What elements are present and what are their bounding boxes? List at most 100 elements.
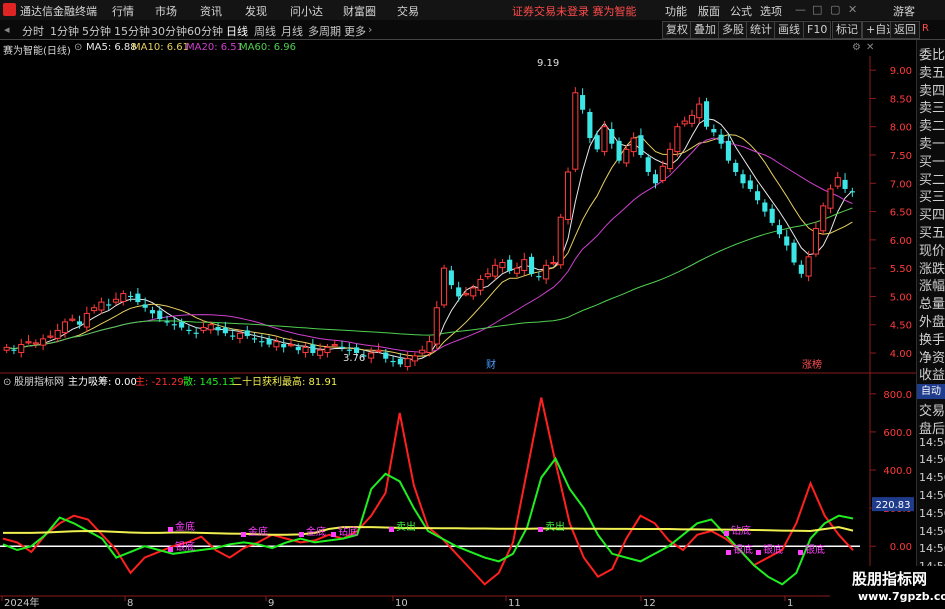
quote-field-label: 委比 <box>919 48 945 63</box>
main-accumulation: 主力吸筹: 0.00 <box>68 375 137 388</box>
quote-field-label: 收益 <box>919 368 945 384</box>
signal-marker <box>299 532 304 537</box>
candle-body <box>630 137 637 153</box>
candle-body <box>222 327 228 334</box>
candle-body <box>572 92 579 170</box>
signal-marker <box>756 550 761 555</box>
price-tick-label: 4.00 <box>890 349 912 360</box>
low-price-label: 3.76 <box>343 353 365 364</box>
candle-body <box>266 338 272 345</box>
sub-tick-label: 400.0 <box>883 466 912 477</box>
candle-body <box>236 332 243 339</box>
ma20-line <box>6 137 853 353</box>
quote-field-label: 买五 <box>919 226 945 241</box>
date-tick-label: 11 <box>508 598 521 609</box>
candle-body <box>142 304 148 308</box>
trade-time-item: 14:56 <box>919 489 945 502</box>
event-marker-top-list[interactable]: 涨榜 <box>802 358 822 371</box>
candle-body <box>273 341 280 348</box>
candle-body <box>456 287 462 297</box>
signal-label: 银底 <box>805 543 825 556</box>
date-tick-label: 10 <box>395 598 408 609</box>
candle-body <box>703 101 710 127</box>
candle-body <box>164 321 170 323</box>
candle-body <box>244 330 250 337</box>
trade-time-item: 14:56 <box>919 471 945 485</box>
right-quote-panel: 委比 卖五 卖四 卖三 卖二 卖一 买一 买二 买三 买四 买五 现价 涨跌 涨幅 总量 外盘 换手 净资 收益 自动… <box>916 40 945 609</box>
quote-field-label: 外盘 <box>919 315 945 330</box>
signal-marker <box>241 532 246 537</box>
candle-body <box>492 264 499 277</box>
candle-body <box>433 307 440 345</box>
candle-body <box>83 312 90 328</box>
ma60-line <box>6 207 853 350</box>
signal-label: 卖出 <box>545 520 565 533</box>
candle-body <box>171 324 177 326</box>
candle-body <box>681 120 688 125</box>
signal-label: 金底 <box>248 525 268 538</box>
auto-trade-indicator: 自动 <box>917 384 945 400</box>
candle-body <box>696 103 703 119</box>
quote-field-label: 卖四 <box>919 83 945 99</box>
signal-marker <box>389 527 394 532</box>
candle-body <box>470 287 477 297</box>
candle-body <box>310 344 316 354</box>
candle-body <box>755 191 761 201</box>
sub-tick-label: 0.00 <box>890 542 912 553</box>
candle-body <box>25 341 32 344</box>
date-tick-label: 12 <box>643 598 656 609</box>
quote-field-label: 交易 <box>919 404 945 419</box>
candle-body <box>186 329 192 332</box>
date-tick-label: 2024年 <box>4 596 39 609</box>
trade-time-item: 14:56 <box>919 453 945 467</box>
chart-area[interactable]: 9.00 8.50 8.00 7.50 7.00 6.50 6.00 5.50 5.00 4.50… <box>0 0 916 609</box>
candle-body <box>776 225 783 235</box>
candle-body <box>725 140 731 161</box>
price-tick-label: 9.00 <box>890 66 912 77</box>
quote-field-label: 涨跌 <box>919 261 945 277</box>
signal-label: 钻底 <box>338 525 358 538</box>
candle-body <box>98 301 105 311</box>
quote-field-label: 涨幅 <box>919 279 945 295</box>
signal-marker <box>726 550 731 555</box>
candle-body <box>368 352 375 359</box>
candle-body <box>324 346 331 353</box>
quote-field-label: 净资 <box>919 350 945 366</box>
candle-body <box>784 236 790 246</box>
candle-body <box>638 135 644 156</box>
quote-field-label: 盘后 <box>919 421 945 437</box>
candle-body <box>820 205 827 232</box>
candle-body <box>834 177 841 187</box>
indicator-toggle-icon[interactable]: ⊙ <box>3 377 11 388</box>
event-marker-finance[interactable]: 财 <box>486 358 496 371</box>
candle-body <box>674 126 681 153</box>
quote-field-label: 换手 <box>919 332 945 348</box>
candle-body <box>383 352 389 359</box>
candle-body <box>521 259 528 271</box>
quote-field-label: 卖五 <box>919 65 945 81</box>
candle-body <box>32 342 39 345</box>
price-tick-label: 5.50 <box>890 264 912 275</box>
candle-body <box>747 180 753 189</box>
candle-body <box>91 307 98 312</box>
price-tick-label: 4.50 <box>890 321 912 332</box>
candle-body <box>513 267 521 274</box>
candle-body <box>849 191 855 193</box>
candle-body <box>659 165 666 181</box>
sub-tick-label: 600.0 <box>883 428 912 439</box>
signal-marker <box>331 532 336 537</box>
quote-field-label: 买四 <box>919 208 945 224</box>
signal-label: 金底 <box>175 520 195 533</box>
twenty-day-profit: 二十日获利最高: 81.91 <box>232 375 337 388</box>
candle-body <box>251 338 258 340</box>
retail-value: 散: 145.13 <box>183 375 235 388</box>
candle-body <box>120 293 127 303</box>
candle-body <box>200 327 207 331</box>
candle-body <box>346 349 352 351</box>
candle-body <box>419 349 426 354</box>
candle-body <box>295 346 301 351</box>
signal-label: 钻底 <box>731 524 751 537</box>
candle-body <box>616 140 622 161</box>
candle-body <box>805 256 812 277</box>
signal-label: 银底 <box>175 540 195 553</box>
